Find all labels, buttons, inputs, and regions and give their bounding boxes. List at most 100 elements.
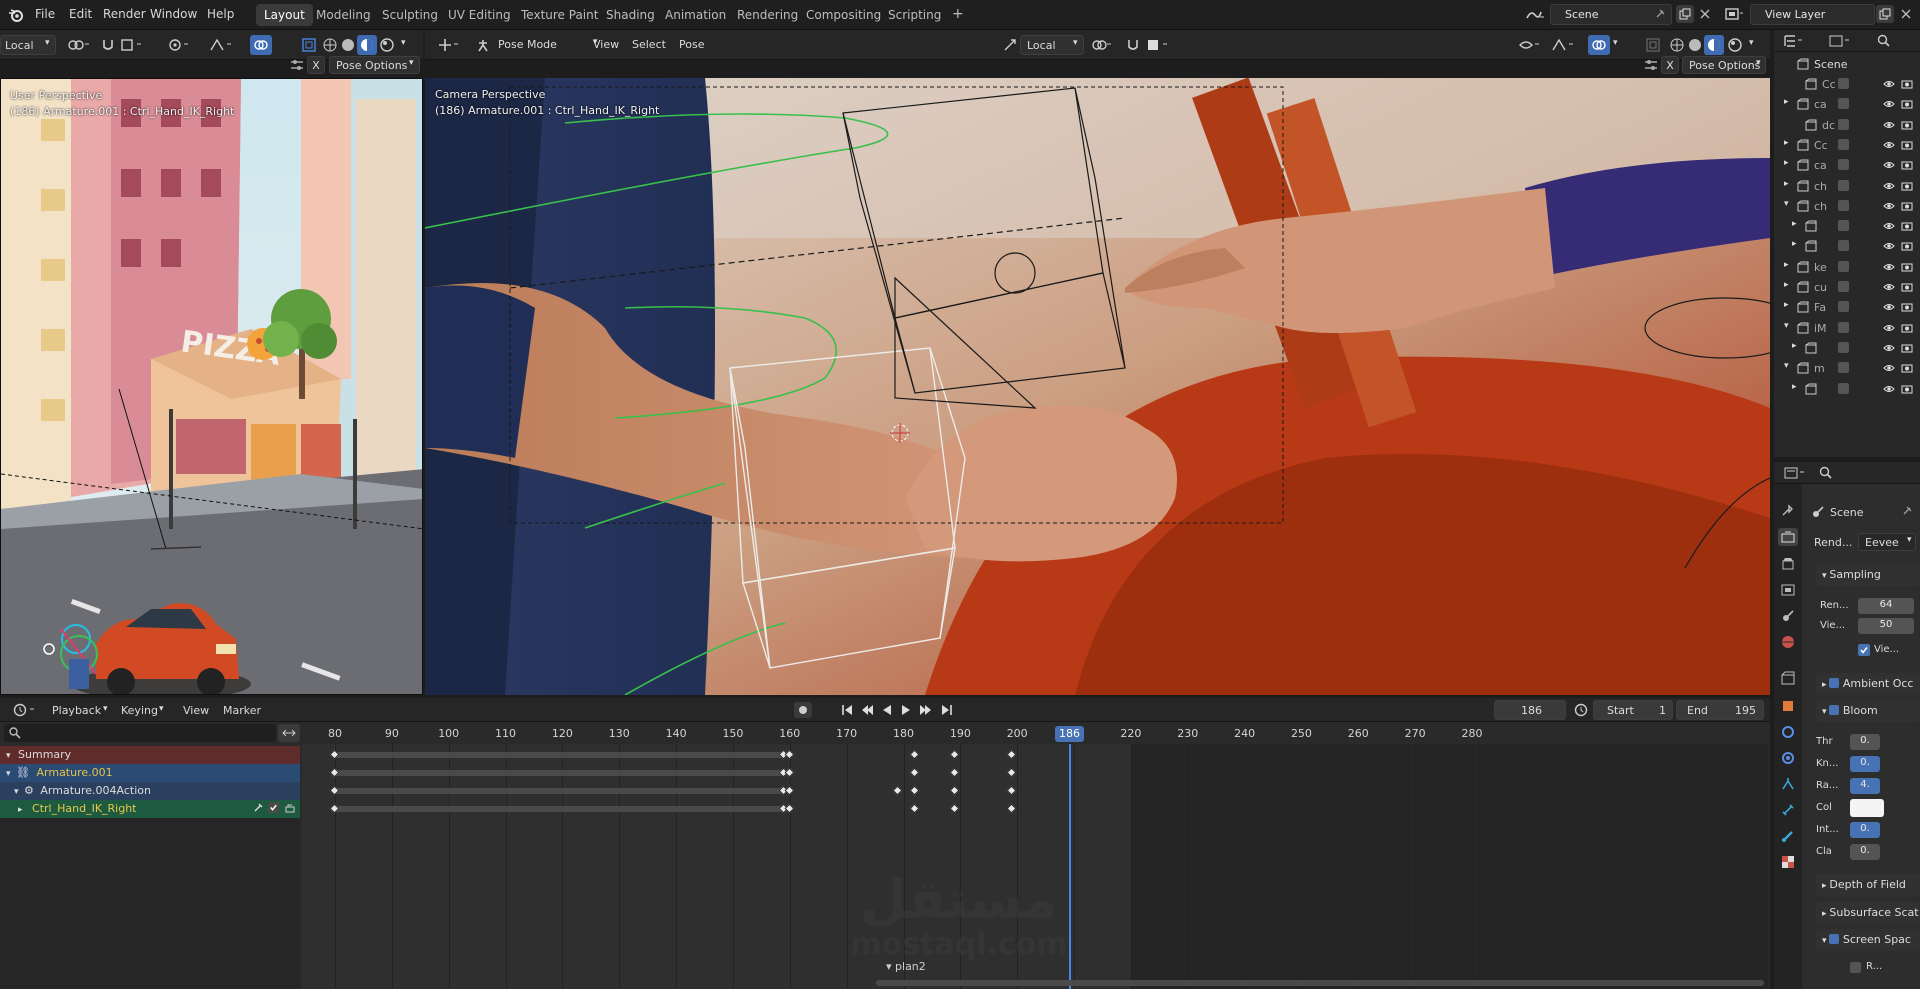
- main-orientation-dropdown[interactable]: Local ▾: [1020, 35, 1084, 55]
- gizmo-icon[interactable]: [207, 37, 235, 53]
- tab-texture-paint[interactable]: Texture Paint: [513, 4, 606, 26]
- properties-search-icon[interactable]: [1816, 465, 1836, 481]
- menu-timeline-view[interactable]: View: [183, 704, 209, 717]
- outliner-row[interactable]: ▾ ch: [1774, 196, 1920, 216]
- view-layer-icon[interactable]: [1723, 5, 1747, 23]
- outliner-exclude-checkbox[interactable]: [1838, 321, 1849, 333]
- menu-pose[interactable]: Pose: [679, 38, 704, 51]
- outliner-expand-chevron-icon[interactable]: ▸: [1784, 260, 1789, 270]
- outliner-row[interactable]: ▸ ca: [1774, 155, 1920, 175]
- eye-icon[interactable]: [1882, 77, 1896, 91]
- channel-armature[interactable]: ▾ ⛓ Armature.001: [0, 764, 300, 782]
- outliner-expand-chevron-icon[interactable]: ▸: [1792, 219, 1797, 229]
- render-samples-field[interactable]: 64: [1858, 598, 1914, 614]
- keyframe[interactable]: [1006, 803, 1016, 814]
- outliner-expand-chevron-icon[interactable]: ▾: [1784, 199, 1789, 209]
- bloom-threshold-field[interactable]: 0.: [1850, 734, 1880, 750]
- section-screen-space[interactable]: ▾ Screen Spac: [1816, 929, 1920, 951]
- eye-icon[interactable]: [1882, 341, 1896, 355]
- new-scene-icon[interactable]: [1676, 5, 1694, 23]
- section-bloom[interactable]: ▾ Bloom: [1816, 700, 1920, 722]
- eye-icon[interactable]: [1882, 260, 1896, 274]
- left-display-options-icon[interactable]: [288, 57, 306, 73]
- view-layer-field[interactable]: View Layer: [1750, 4, 1875, 25]
- tab-compositing[interactable]: Compositing: [798, 4, 889, 26]
- channel-action[interactable]: ▾ ⚙ Armature.004Action: [0, 782, 300, 800]
- object-tab-icon[interactable]: [1780, 698, 1796, 714]
- world-tab-icon[interactable]: [1780, 634, 1796, 650]
- transform-orientation-icon[interactable]: [1002, 37, 1018, 53]
- ssr-refraction-checkbox[interactable]: [1850, 962, 1861, 973]
- keyframe[interactable]: [949, 785, 960, 796]
- section-subsurface[interactable]: ▸ Subsurface Scat: [1816, 902, 1920, 924]
- tab-layout[interactable]: Layout: [256, 4, 313, 26]
- outliner-row[interactable]: ▸ ch: [1774, 176, 1920, 196]
- main-overlays-icon[interactable]: [1588, 35, 1610, 55]
- outliner-exclude-checkbox[interactable]: [1838, 260, 1849, 272]
- data-tab-icon[interactable]: [1780, 802, 1796, 818]
- main-shading-solid-icon[interactable]: [1687, 37, 1703, 53]
- bloom-intensity-field[interactable]: 0.: [1850, 822, 1880, 838]
- camera-render-icon[interactable]: [1900, 341, 1914, 355]
- keyframe[interactable]: [1006, 749, 1016, 760]
- keyframe[interactable]: [909, 767, 920, 778]
- outliner-expand-chevron-icon[interactable]: ▸: [1792, 341, 1797, 351]
- camera-render-icon[interactable]: [1900, 382, 1914, 396]
- menu-edit[interactable]: Edit: [69, 7, 92, 21]
- outliner-expand-chevron-icon[interactable]: ▸: [1784, 138, 1789, 148]
- xray-icon[interactable]: [300, 37, 318, 53]
- bloom-knee-field[interactable]: 0.: [1850, 756, 1880, 772]
- main-snap-icon[interactable]: [1124, 37, 1142, 53]
- outliner-expand-chevron-icon[interactable]: ▾: [1784, 361, 1789, 371]
- render-engine-dropdown[interactable]: Eevee ▾: [1858, 533, 1916, 551]
- jump-prev-keyframe-icon[interactable]: [858, 702, 876, 718]
- eye-icon[interactable]: [1882, 138, 1896, 152]
- play-icon[interactable]: [897, 702, 915, 718]
- add-workspace-button[interactable]: +: [944, 4, 972, 26]
- keyframe[interactable]: [892, 785, 903, 796]
- pivot-point-icon[interactable]: [66, 37, 92, 53]
- eye-icon[interactable]: [1882, 321, 1896, 335]
- current-frame-field[interactable]: 186: [1494, 700, 1566, 720]
- menu-help[interactable]: Help: [207, 7, 234, 21]
- keyframe[interactable]: [949, 749, 960, 760]
- outliner-row[interactable]: Cc: [1774, 74, 1920, 94]
- bone-mute-checkbox[interactable]: [268, 802, 279, 813]
- outliner-expand-chevron-icon[interactable]: ▸: [1784, 179, 1789, 189]
- outliner-editor-icon[interactable]: [1782, 33, 1804, 49]
- keyframe[interactable]: [909, 785, 920, 796]
- outliner-exclude-checkbox[interactable]: [1838, 362, 1849, 374]
- main-snap-target-icon[interactable]: [1145, 37, 1171, 53]
- outliner-exclude-checkbox[interactable]: [1838, 98, 1849, 110]
- proportional-edit-icon[interactable]: [167, 37, 191, 53]
- menu-view[interactable]: View: [593, 38, 619, 51]
- camera-render-icon[interactable]: [1900, 138, 1914, 152]
- tab-shading[interactable]: Shading: [598, 4, 663, 26]
- eye-icon[interactable]: [1882, 179, 1896, 193]
- menu-window[interactable]: Window: [150, 7, 197, 21]
- keyframe[interactable]: [949, 767, 960, 778]
- outliner-filter-icon[interactable]: [1827, 33, 1853, 49]
- snap-target-icon[interactable]: [119, 37, 145, 53]
- bloom-checkbox-icon[interactable]: [1829, 705, 1840, 715]
- outliner-exclude-checkbox[interactable]: [1838, 281, 1849, 292]
- tab-modeling[interactable]: Modeling: [308, 4, 379, 26]
- camera-render-icon[interactable]: [1900, 158, 1914, 172]
- tab-animation[interactable]: Animation: [657, 4, 734, 26]
- jump-end-icon[interactable]: [938, 702, 956, 718]
- texture-tab-icon[interactable]: [1780, 854, 1796, 870]
- main-pose-options-dropdown[interactable]: Pose Options ▾: [1682, 56, 1766, 74]
- outliner-row[interactable]: ▸: [1774, 379, 1920, 399]
- eye-icon[interactable]: [1882, 280, 1896, 294]
- delete-scene-icon[interactable]: [1697, 5, 1713, 23]
- eye-icon[interactable]: [1882, 158, 1896, 172]
- keyframe[interactable]: [1006, 785, 1016, 796]
- outliner-search-icon[interactable]: [1874, 33, 1894, 49]
- camera-render-icon[interactable]: [1900, 179, 1914, 193]
- preview-range-icon[interactable]: [1573, 702, 1589, 718]
- outliner-row[interactable]: ▸: [1774, 236, 1920, 256]
- outliner-exclude-checkbox[interactable]: [1838, 179, 1849, 191]
- start-frame-field[interactable]: Start 1: [1593, 700, 1673, 720]
- eye-icon[interactable]: [1882, 361, 1896, 375]
- main-shading-rendered-icon[interactable]: [1727, 37, 1743, 53]
